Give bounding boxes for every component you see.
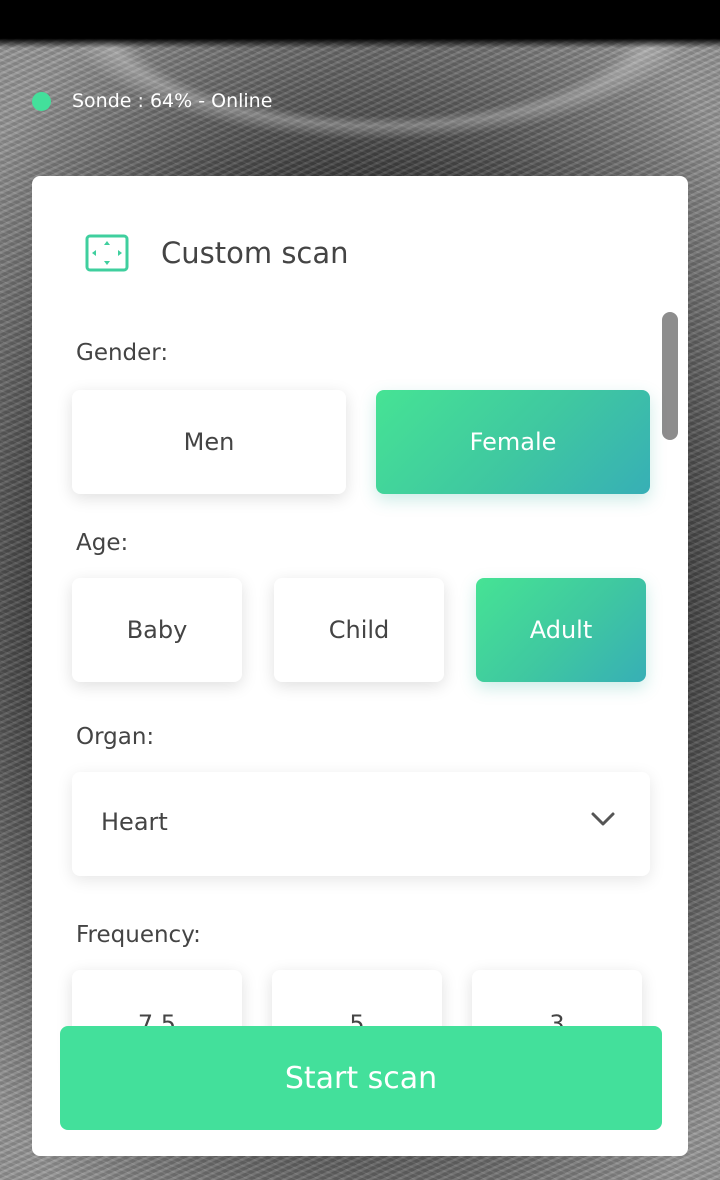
organ-select[interactable]: Heart — [72, 772, 650, 876]
age-option-child[interactable]: Child — [274, 578, 444, 682]
gender-option-men[interactable]: Men — [72, 390, 346, 494]
start-scan-button[interactable]: Start scan — [60, 1026, 662, 1130]
panel-title: Custom scan — [161, 236, 349, 270]
organ-label: Organ: — [76, 724, 155, 750]
ultrasound-background: Sonde : 64% - Online Custom scan Gender:… — [0, 0, 720, 1180]
fullscreen-frame-icon — [85, 234, 129, 272]
frequency-label: Frequency: — [76, 922, 201, 948]
age-option-adult[interactable]: Adult — [476, 578, 646, 682]
gender-label: Gender: — [76, 340, 169, 366]
custom-scan-panel: Custom scan Gender: Men Female Age: Baby… — [32, 176, 688, 1156]
panel-scrollbar[interactable] — [662, 312, 678, 440]
organ-selected-value: Heart — [101, 808, 168, 836]
probe-status-text: Sonde : 64% - Online — [72, 90, 273, 112]
gender-option-female[interactable]: Female — [376, 390, 650, 494]
chevron-down-icon — [591, 812, 615, 826]
probe-status: Sonde : 64% - Online — [32, 90, 272, 112]
age-label: Age: — [76, 530, 129, 556]
online-status-dot — [32, 91, 51, 111]
top-dark-band — [0, 0, 720, 48]
age-option-baby[interactable]: Baby — [72, 578, 242, 682]
panel-header: Custom scan — [85, 234, 349, 272]
